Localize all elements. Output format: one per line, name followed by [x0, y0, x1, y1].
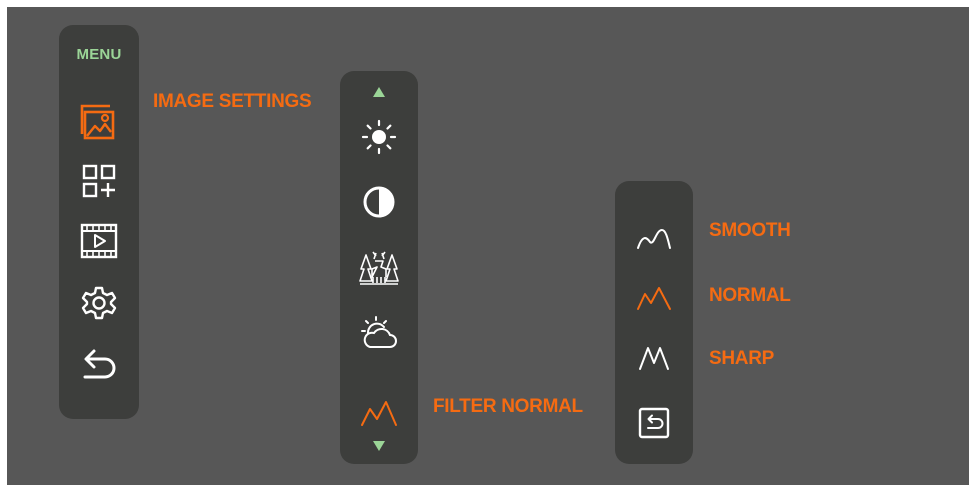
brightness-icon	[361, 119, 397, 155]
setting-filter[interactable]	[340, 393, 418, 433]
filter-back-button[interactable]	[615, 403, 693, 443]
triangle-down-icon	[373, 441, 385, 451]
image-icon	[80, 104, 115, 140]
deer-forest-icon	[359, 251, 399, 285]
filter-normal-icon	[637, 287, 671, 310]
filter-option-sharp[interactable]	[615, 341, 693, 375]
menu-item-video[interactable]	[59, 219, 139, 263]
filter-sharp-icon	[639, 347, 669, 370]
image-settings-label: IMAGE SETTINGS	[153, 91, 312, 112]
filter-smooth-label: SMOOTH	[709, 220, 791, 241]
filter-option-smooth[interactable]	[615, 221, 693, 255]
filter-normal-icon	[361, 401, 397, 426]
setting-contrast[interactable]	[340, 182, 418, 222]
setting-brightness[interactable]	[340, 117, 418, 157]
filter-smooth-icon	[637, 228, 671, 249]
menu-item-add-widget[interactable]	[59, 159, 139, 203]
triangle-up-icon	[373, 87, 385, 97]
add-widget-icon	[82, 164, 116, 198]
gear-icon	[81, 286, 117, 320]
menu-title: MENU	[76, 46, 122, 63]
back-arrow-icon	[83, 349, 116, 379]
return-box-icon	[638, 407, 670, 439]
sun-cloud-icon	[361, 316, 397, 348]
filter-normal-label: FILTER NORMAL	[433, 396, 583, 417]
menu-item-back[interactable]	[59, 343, 139, 387]
scroll-up-button[interactable]	[340, 87, 418, 97]
setting-deer-forest[interactable]	[340, 245, 418, 291]
filter-sharp-label: SHARP	[709, 348, 775, 369]
scroll-down-button[interactable]	[340, 441, 418, 451]
filter-option-normal[interactable]	[615, 281, 693, 315]
image-settings-panel	[340, 71, 418, 464]
menu-item-settings[interactable]	[59, 281, 139, 325]
device-screen: MENU IMAGE SETTINGS FILTER NORMAL SMOOTH…	[7, 7, 969, 485]
main-menu-panel: MENU	[59, 25, 139, 419]
filter-panel	[615, 181, 693, 464]
menu-item-image-settings[interactable]	[59, 101, 139, 145]
contrast-icon	[363, 186, 395, 218]
video-film-icon	[80, 223, 118, 259]
filter-normal-option-label: NORMAL	[709, 285, 791, 306]
setting-weather[interactable]	[340, 311, 418, 355]
